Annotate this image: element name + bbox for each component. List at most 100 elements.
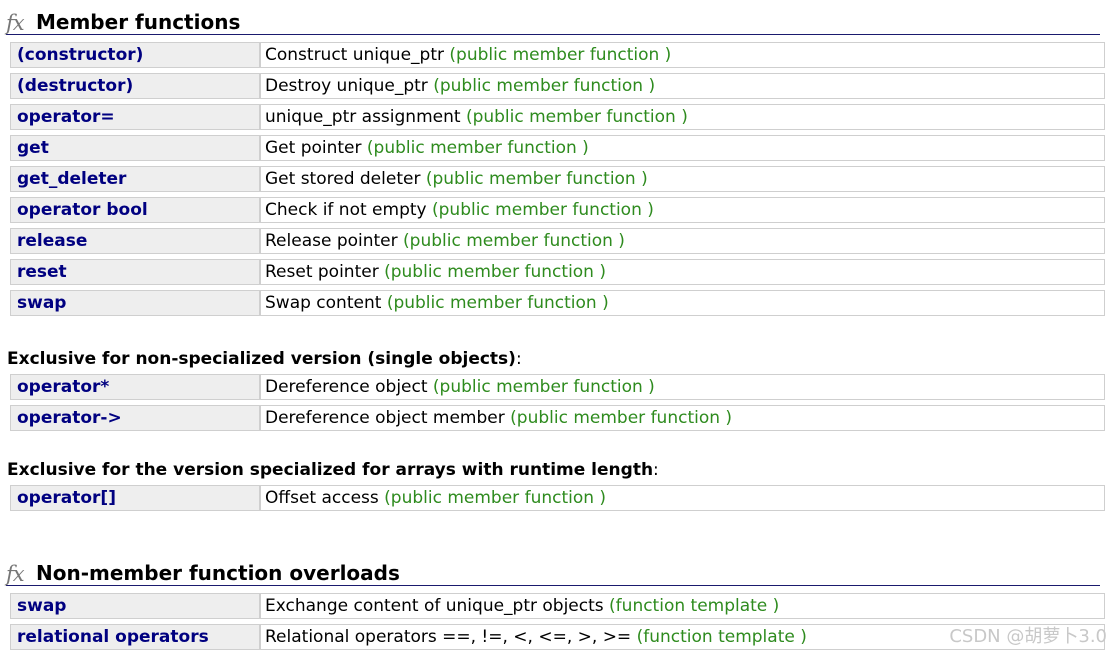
function-description: Exchange content of unique_ptr objects — [265, 596, 604, 616]
function-kind: (public member function ) — [384, 488, 607, 508]
table-row: swap Exchange content of unique_ptr objec… — [10, 593, 1105, 619]
function-name-link[interactable]: get_deleter — [17, 169, 126, 189]
function-kind: (function template ) — [636, 627, 807, 647]
function-name-cell: swap — [10, 593, 260, 619]
single-objects-table: operator* Dereference object (public memb… — [10, 374, 1105, 431]
function-kind: (public member function ) — [425, 169, 648, 189]
table-row: operator* Dereference object (public memb… — [10, 374, 1105, 400]
function-description-cell: Exchange content of unique_ptr objects (… — [260, 593, 1105, 619]
function-name-link[interactable]: swap — [17, 293, 66, 313]
function-description-cell: Offset access (public member function ) — [260, 485, 1105, 511]
function-kind: (public member function ) — [510, 408, 733, 428]
fx-icon: fx — [6, 11, 25, 35]
table-row: release Release pointer (public member fu… — [10, 228, 1105, 254]
single-objects-heading-text: Exclusive for non-specialized version (s… — [7, 349, 516, 369]
function-kind: (public member function ) — [432, 377, 655, 397]
function-name-link[interactable]: operator= — [17, 107, 115, 127]
function-description-cell: Construct unique_ptr (public member func… — [260, 42, 1105, 68]
function-description-cell: Destroy unique_ptr (public member functi… — [260, 73, 1105, 99]
single-objects-heading: Exclusive for non-specialized version (s… — [7, 349, 522, 369]
function-description: Destroy unique_ptr — [265, 76, 428, 96]
function-description-cell: Reset pointer (public member function ) — [260, 259, 1105, 285]
function-kind: (public member function ) — [432, 200, 654, 220]
function-name-link[interactable]: (destructor) — [17, 76, 133, 96]
function-description: Dereference object — [265, 377, 428, 397]
table-row: reset Reset pointer (public member functi… — [10, 259, 1105, 285]
function-name-link[interactable]: relational operators — [17, 627, 209, 647]
function-kind: (public member function ) — [386, 293, 609, 313]
function-name-cell: get — [10, 135, 260, 161]
function-name-link[interactable]: swap — [17, 596, 66, 616]
function-name-cell: get_deleter — [10, 166, 260, 192]
function-kind: (public member function ) — [384, 262, 606, 282]
function-kind: (function template ) — [609, 596, 780, 616]
table-row: (constructor) Construct unique_ptr (publi… — [10, 42, 1105, 68]
member-functions-heading: fx Member functions — [6, 8, 1100, 35]
function-name-link[interactable]: release — [17, 231, 87, 251]
function-name-cell: swap — [10, 290, 260, 316]
function-description: unique_ptr assignment — [265, 107, 461, 127]
table-row: operator[] Offset access (public member f… — [10, 485, 1105, 511]
function-description: Relational operators ==, !=, <, <=, >, >… — [265, 627, 632, 647]
function-description-cell: Dereference object member (public member… — [260, 405, 1105, 431]
watermark: CSDN @胡萝卜3.0 — [949, 626, 1107, 647]
non-member-heading: fx Non-member function overloads — [6, 559, 1100, 586]
table-row: operator-> Dereference object member (pub… — [10, 405, 1105, 431]
function-description: Get pointer — [265, 138, 362, 158]
function-name-link[interactable]: operator* — [17, 377, 109, 397]
function-description-cell: Check if not empty (public member functi… — [260, 197, 1105, 223]
function-name-cell: operator= — [10, 104, 260, 130]
function-description: Check if not empty — [265, 200, 427, 220]
function-description: Offset access — [265, 488, 379, 508]
function-name-cell: release — [10, 228, 260, 254]
function-name-cell: (constructor) — [10, 42, 260, 68]
function-name-cell: operator bool — [10, 197, 260, 223]
function-description: Reset pointer — [265, 262, 379, 282]
array-version-heading-text: Exclusive for the version specialized fo… — [7, 460, 654, 480]
table-row: get Get pointer (public member function ) — [10, 135, 1105, 161]
table-row: get_deleter Get stored deleter (public me… — [10, 166, 1105, 192]
table-row: operator bool Check if not empty (public … — [10, 197, 1105, 223]
function-name-cell: operator* — [10, 374, 260, 400]
table-row: swap Swap content (public member function… — [10, 290, 1105, 316]
function-description-cell: Get pointer (public member function ) — [260, 135, 1105, 161]
function-description: Get stored deleter — [265, 169, 421, 189]
function-name-cell: operator-> — [10, 405, 260, 431]
function-name-cell: reset — [10, 259, 260, 285]
function-description-cell: Get stored deleter (public member functi… — [260, 166, 1105, 192]
member-functions-table: (constructor) Construct unique_ptr (publi… — [10, 42, 1105, 316]
non-member-title: Non-member function overloads — [36, 561, 400, 585]
array-version-heading: Exclusive for the version specialized fo… — [7, 460, 659, 480]
array-version-table: operator[] Offset access (public member f… — [10, 485, 1105, 511]
array-version-heading-colon: : — [653, 460, 659, 480]
table-row: (destructor) Destroy unique_ptr (public m… — [10, 73, 1105, 99]
function-description-cell: Release pointer (public member function … — [260, 228, 1105, 254]
function-name-link[interactable]: operator bool — [17, 200, 148, 220]
function-kind: (public member function ) — [366, 138, 589, 158]
function-name-cell: (destructor) — [10, 73, 260, 99]
function-description: Construct unique_ptr — [265, 45, 444, 65]
function-name-link[interactable]: operator[] — [17, 488, 116, 508]
function-description-cell: Dereference object (public member functi… — [260, 374, 1105, 400]
function-kind: (public member function ) — [465, 107, 688, 127]
function-name-cell: relational operators — [10, 624, 260, 650]
function-kind: (public member function ) — [403, 231, 625, 251]
function-description: Swap content — [265, 293, 382, 313]
function-description-cell: Swap content (public member function ) — [260, 290, 1105, 316]
function-kind: (public member function ) — [433, 76, 656, 96]
function-name-link[interactable]: (constructor) — [17, 45, 143, 65]
function-name-link[interactable]: get — [17, 138, 49, 158]
function-description: Release pointer — [265, 231, 398, 251]
function-kind: (public member function ) — [449, 45, 672, 65]
table-row: relational operators Relational operators… — [10, 624, 1105, 650]
function-name-link[interactable]: reset — [17, 262, 67, 282]
member-functions-title: Member functions — [36, 10, 241, 34]
function-description: Dereference object member — [265, 408, 505, 428]
non-member-table: swap Exchange content of unique_ptr objec… — [10, 593, 1105, 650]
single-objects-heading-colon: : — [515, 349, 522, 369]
table-row: operator= unique_ptr assignment (public m… — [10, 104, 1105, 130]
function-name-link[interactable]: operator-> — [17, 408, 122, 428]
function-name-cell: operator[] — [10, 485, 260, 511]
fx-icon: fx — [6, 562, 25, 586]
function-description-cell: unique_ptr assignment (public member fun… — [260, 104, 1105, 130]
